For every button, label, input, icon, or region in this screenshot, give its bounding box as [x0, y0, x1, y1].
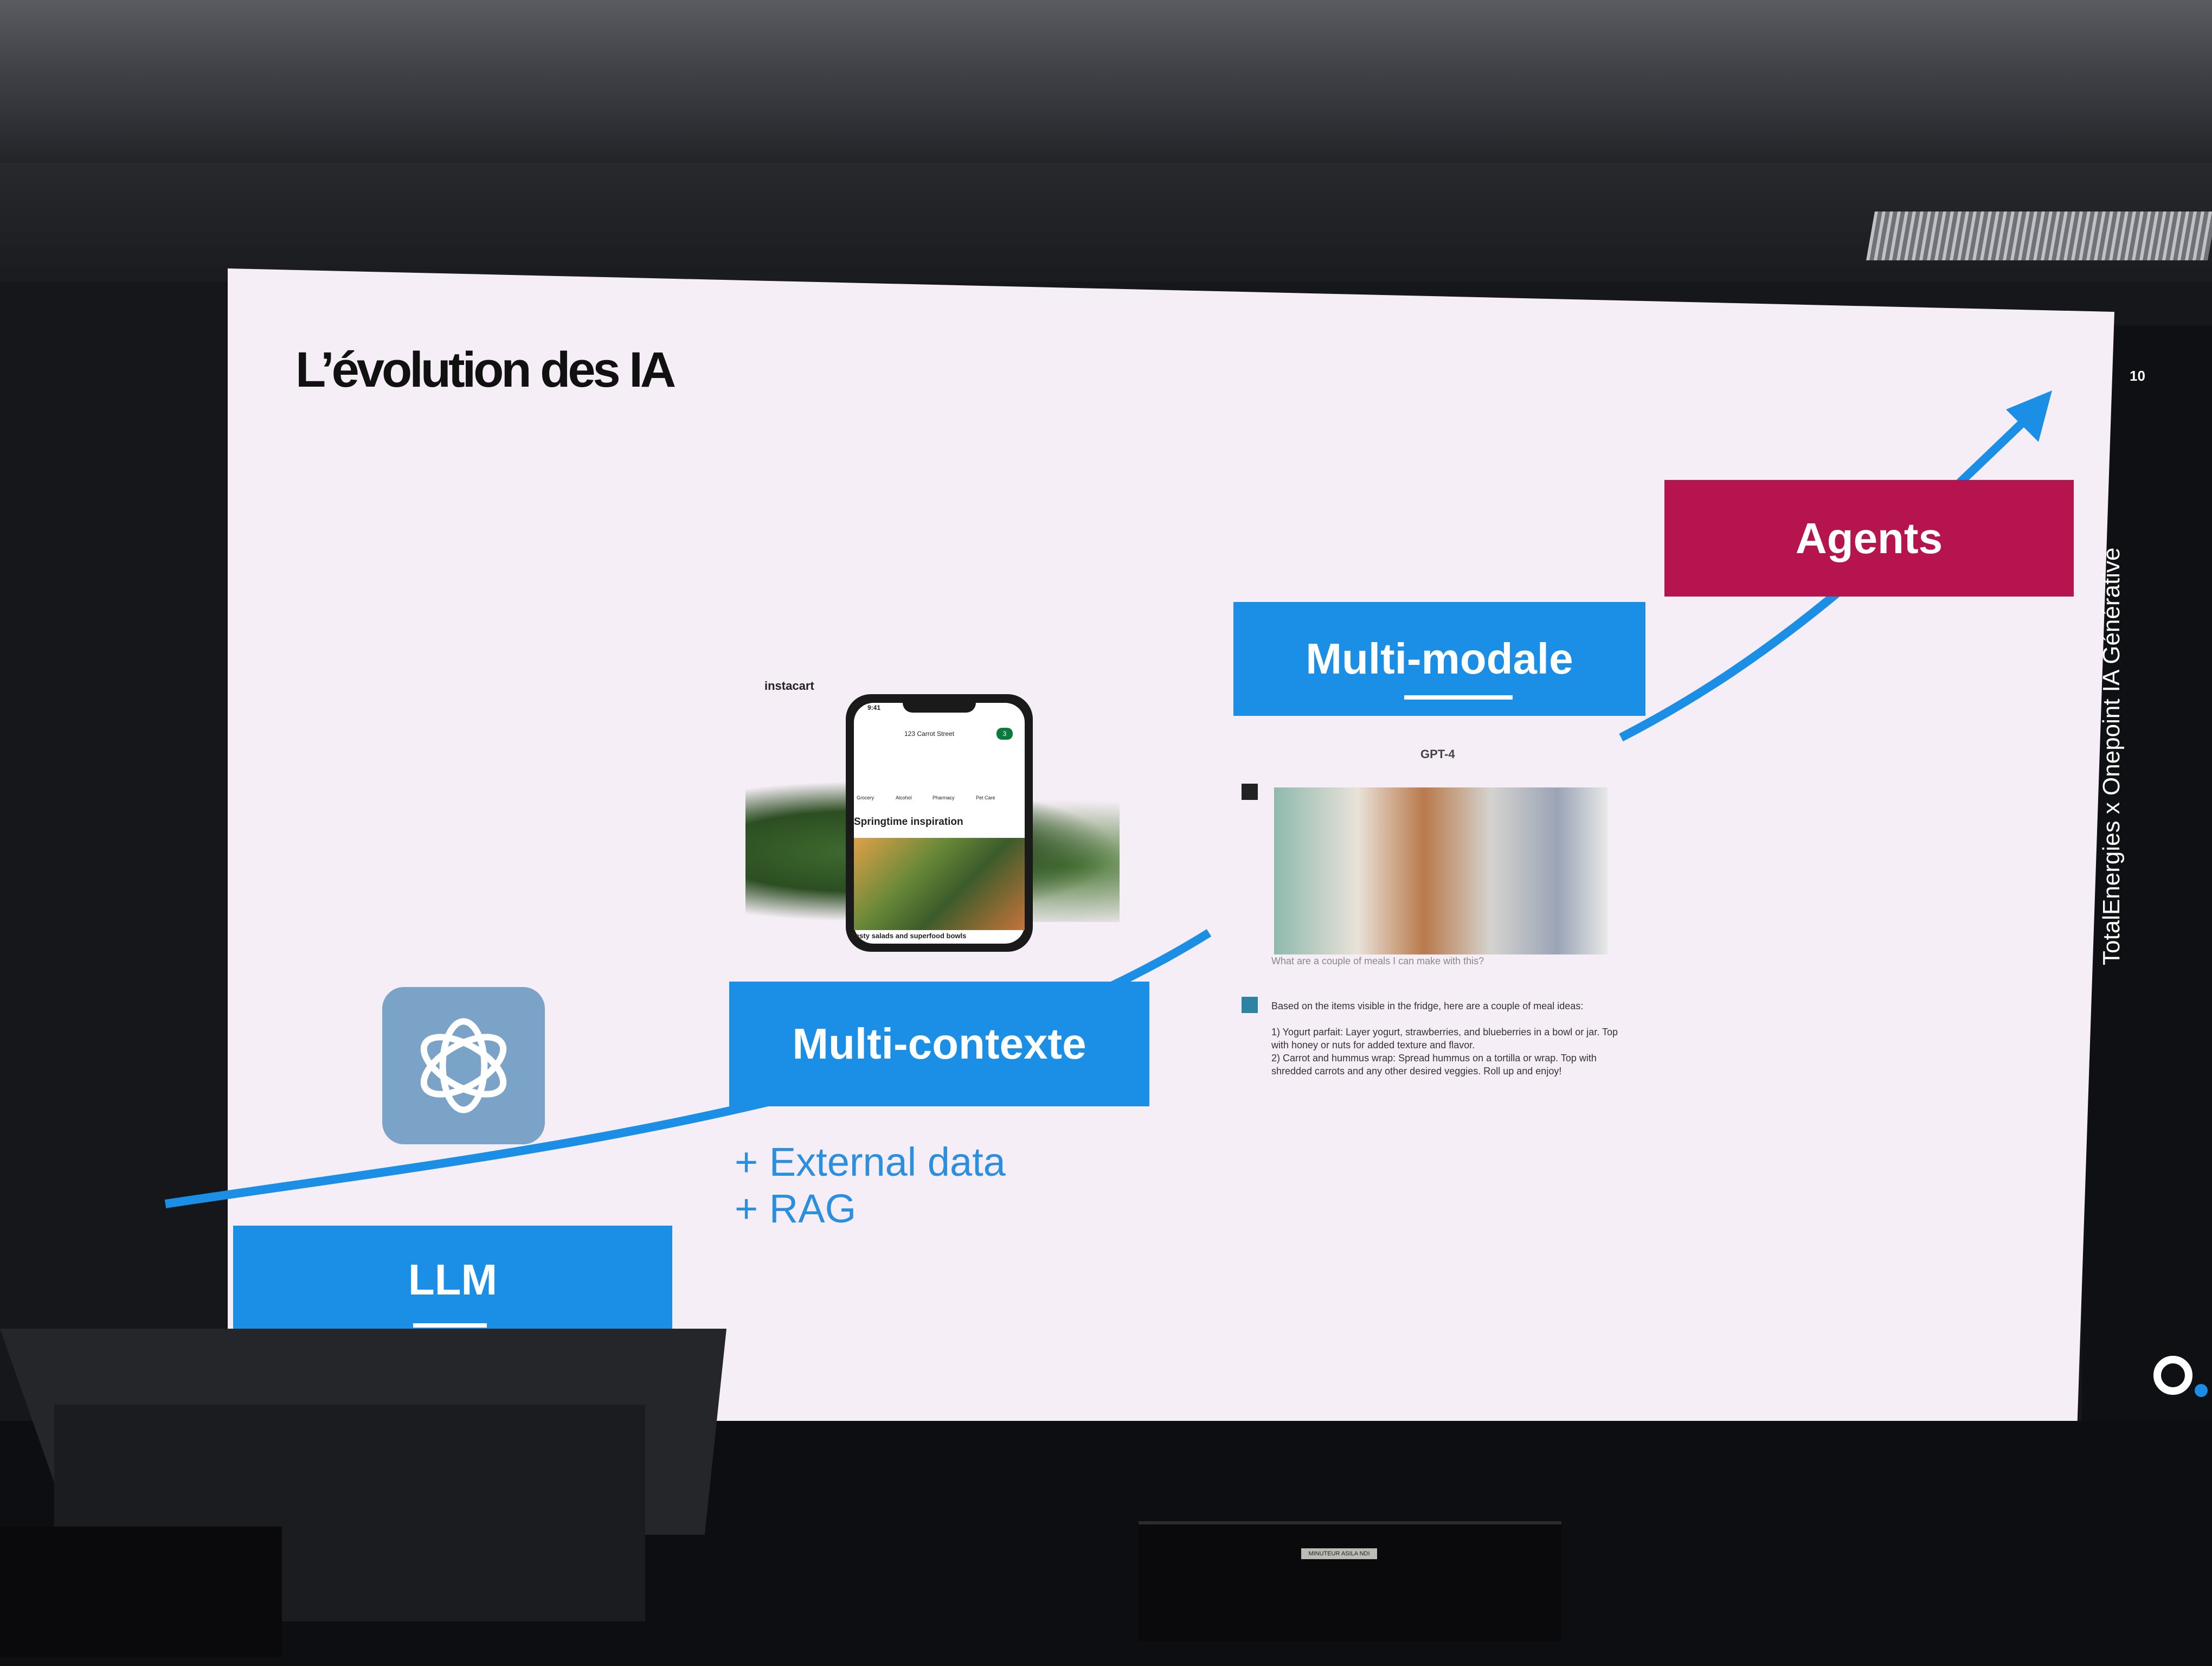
stage-multi-modale-label: Multi-modale [1306, 635, 1573, 683]
instacart-logo: instacart [764, 679, 814, 693]
phone-heading: Springtime inspiration [854, 816, 963, 828]
phone-food-image [854, 838, 1025, 930]
gpt4-answer-2: 2) Carrot and hummus wrap: Spread hummus… [1271, 1053, 1597, 1077]
phone-time: 9:41 [867, 704, 881, 712]
stage-multi-contexte-label: Multi-contexte [792, 1020, 1086, 1068]
phone-caption: Zesty salads and superfood bowls [851, 932, 967, 940]
stage-agents-label: Agents [1795, 514, 1943, 562]
phone-cart-badge: 3 [996, 728, 1013, 740]
multi-modale-underline [1404, 695, 1513, 700]
extra-external-data: + External data [735, 1139, 1006, 1184]
gpt4-answer-intro: Based on the items visible in the fridge… [1271, 1001, 1584, 1011]
fridge-photo [1274, 787, 1607, 954]
gpt4-answer-1: 1) Yogurt parfait: Layer yogurt, strawbe… [1271, 1027, 1618, 1050]
stage-multi-contexte: Multi-contexte [729, 982, 1149, 1106]
phone-category-grocery: Grocery [857, 795, 874, 800]
phone-category-pharmacy: Pharmacy [933, 795, 955, 800]
phone-category-pet-care: Pet Care [976, 795, 995, 800]
gpt4-question: What are a couple of meals I can make wi… [1271, 956, 1484, 966]
gpt4-label: GPT-4 [1420, 747, 1455, 761]
speaker-label: MINUTEUR ASILA NDI [1301, 1548, 1377, 1559]
openai-logo-icon [420, 1018, 507, 1113]
user-avatar-icon [1242, 784, 1258, 800]
assistant-avatar-icon [1242, 997, 1258, 1013]
multi-contexte-extras: + External data + RAG [735, 1139, 1006, 1232]
stage-speaker [1139, 1521, 1561, 1641]
stage-llm-label: LLM [408, 1255, 498, 1304]
stage-agents: Agents [1664, 480, 2074, 597]
stage-box [0, 1527, 282, 1657]
phone-address: 123 Carrot Street [904, 730, 955, 738]
extra-rag: + RAG [735, 1186, 857, 1231]
phone-notch [903, 696, 976, 713]
stage-llm: LLM [233, 1226, 672, 1334]
phone-category-alcohol: Alcohol [896, 795, 912, 800]
llm-underline [413, 1323, 487, 1328]
gpt4-answer: Based on the items visible in the fridge… [1271, 999, 1618, 1078]
